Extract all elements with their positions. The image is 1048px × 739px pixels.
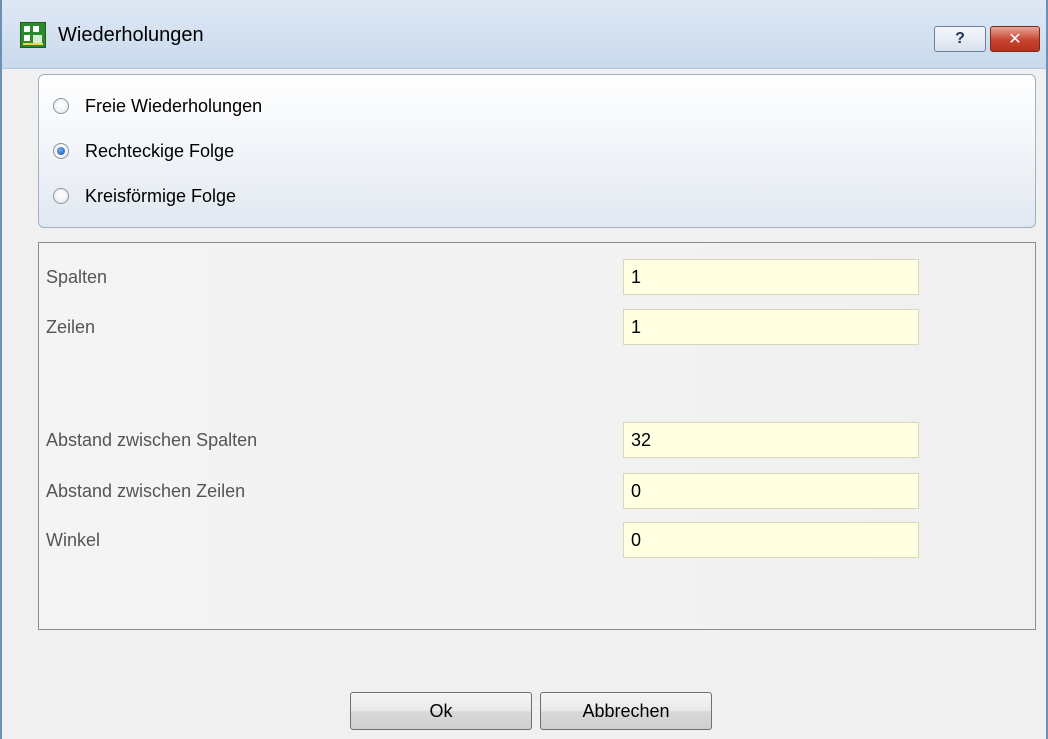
radio-label: Freie Wiederholungen xyxy=(85,95,263,116)
radio-button-selected[interactable] xyxy=(53,143,69,159)
column-spacing-label: Abstand zwischen Spalten xyxy=(46,430,258,450)
window-title: Wiederholungen xyxy=(58,24,204,46)
rows-input[interactable] xyxy=(623,309,919,345)
cancel-button[interactable]: Abbrechen xyxy=(540,692,712,730)
close-button[interactable]: ✕ xyxy=(990,26,1040,52)
repetitions-dialog: Wiederholungen ? ✕ Freie Wiederholungen … xyxy=(0,0,1048,739)
row-spacing-label: Abstand zwischen Zeilen xyxy=(46,481,246,501)
ok-button[interactable]: Ok xyxy=(350,692,532,730)
rows-label: Zeilen xyxy=(46,317,96,337)
parameters-panel: Spalten Zeilen Abstand zwischen Spalten … xyxy=(38,242,1036,630)
radio-label: Rechteckige Folge xyxy=(85,140,235,161)
help-button[interactable]: ? xyxy=(934,26,986,52)
row-spacing-input[interactable] xyxy=(623,473,919,509)
angle-label: Winkel xyxy=(46,530,101,550)
radio-free-repetitions[interactable]: Freie Wiederholungen xyxy=(53,91,262,121)
app-icon xyxy=(20,22,46,48)
radio-button[interactable] xyxy=(53,98,69,114)
title-bar[interactable]: Wiederholungen ? ✕ xyxy=(2,0,1046,69)
radio-circular-sequence[interactable]: Kreisförmige Folge xyxy=(53,181,236,211)
repeat-mode-group: Freie Wiederholungen Rechteckige Folge K… xyxy=(38,74,1036,228)
radio-rectangular-sequence[interactable]: Rechteckige Folge xyxy=(53,136,234,166)
column-spacing-input[interactable] xyxy=(623,422,919,458)
close-icon: ✕ xyxy=(1008,31,1022,48)
radio-label: Kreisförmige Folge xyxy=(85,185,237,206)
radio-button[interactable] xyxy=(53,188,69,204)
columns-input[interactable] xyxy=(623,259,919,295)
angle-input[interactable] xyxy=(623,522,919,558)
columns-label: Spalten xyxy=(46,267,108,287)
help-icon: ? xyxy=(955,30,965,47)
